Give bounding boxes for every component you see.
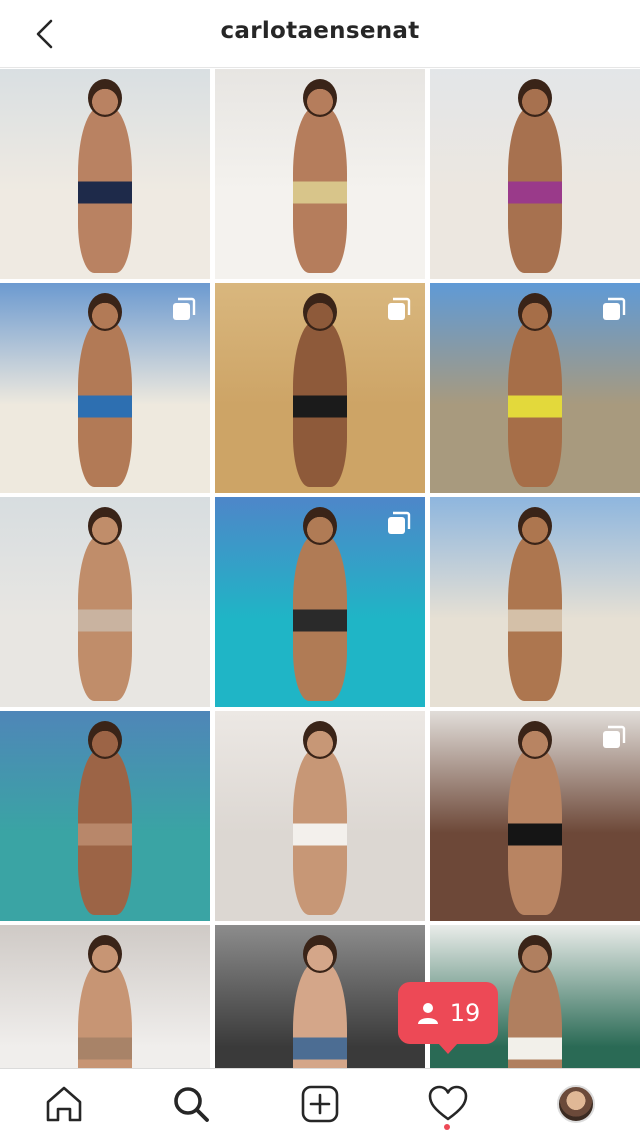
- avatar: [557, 1085, 595, 1123]
- photo-subject-head: [88, 293, 122, 331]
- photo-subject: [508, 749, 562, 915]
- grid-post[interactable]: [215, 283, 425, 493]
- photo-subject: [293, 321, 347, 487]
- photo-subject-head: [518, 721, 552, 759]
- photo-subject-head: [88, 935, 122, 973]
- multiple-photos-icon: [388, 297, 411, 320]
- photo-subject: [78, 107, 132, 273]
- multiple-photos-icon: [173, 297, 196, 320]
- person-icon: [417, 1003, 438, 1024]
- grid-post[interactable]: [215, 497, 425, 707]
- grid-post[interactable]: [430, 69, 640, 279]
- photo-subject-head: [303, 79, 337, 117]
- photo-subject: [293, 963, 347, 1068]
- profile-username[interactable]: carlotaensenat: [0, 18, 640, 44]
- photo-subject-head: [88, 721, 122, 759]
- grid-post[interactable]: [430, 283, 640, 493]
- grid-post[interactable]: [0, 283, 210, 493]
- photo-subject-head: [303, 507, 337, 545]
- heart-icon: [428, 1085, 468, 1121]
- profile-tab[interactable]: [541, 1069, 611, 1138]
- photo-subject: [508, 963, 562, 1068]
- photo-subject-head: [518, 507, 552, 545]
- photo-subject: [78, 535, 132, 701]
- photo-subject-head: [88, 507, 122, 545]
- bottom-tab-bar: [0, 1068, 640, 1138]
- photo-subject-head: [303, 935, 337, 973]
- search-icon: [174, 1087, 209, 1122]
- photo-subject: [293, 749, 347, 915]
- photo-subject-head: [518, 79, 552, 117]
- grid-post[interactable]: [215, 711, 425, 921]
- photo-subject: [293, 535, 347, 701]
- top-bar: carlotaensenat: [0, 0, 640, 68]
- plus-square-icon: [301, 1085, 339, 1123]
- photo-subject-head: [303, 721, 337, 759]
- grid-post[interactable]: [0, 711, 210, 921]
- photo-subject-head: [518, 935, 552, 973]
- photo-subject: [78, 749, 132, 915]
- photo-subject: [508, 535, 562, 701]
- grid-post[interactable]: [215, 69, 425, 279]
- photo-subject: [293, 107, 347, 273]
- multiple-photos-icon: [388, 511, 411, 534]
- grid-post[interactable]: [0, 497, 210, 707]
- new-post-tab[interactable]: [285, 1069, 355, 1138]
- photo-subject: [508, 107, 562, 273]
- photo-subject-head: [88, 79, 122, 117]
- photo-subject: [508, 321, 562, 487]
- home-tab[interactable]: [29, 1069, 99, 1138]
- posts-grid: [0, 69, 640, 1068]
- notification-count: 19: [449, 999, 481, 1027]
- home-icon: [46, 1086, 82, 1122]
- activity-notification-dot: [444, 1124, 450, 1130]
- photo-subject: [78, 963, 132, 1068]
- grid-post[interactable]: [215, 925, 425, 1068]
- multiple-photos-icon: [603, 725, 626, 748]
- new-followers-notification[interactable]: 19: [398, 982, 498, 1054]
- search-tab[interactable]: [156, 1069, 226, 1138]
- multiple-photos-icon: [603, 297, 626, 320]
- photo-subject-head: [303, 293, 337, 331]
- grid-post[interactable]: [430, 711, 640, 921]
- grid-post[interactable]: [0, 69, 210, 279]
- grid-post[interactable]: [430, 497, 640, 707]
- photo-subject: [78, 321, 132, 487]
- grid-post[interactable]: [0, 925, 210, 1068]
- photo-subject-head: [518, 293, 552, 331]
